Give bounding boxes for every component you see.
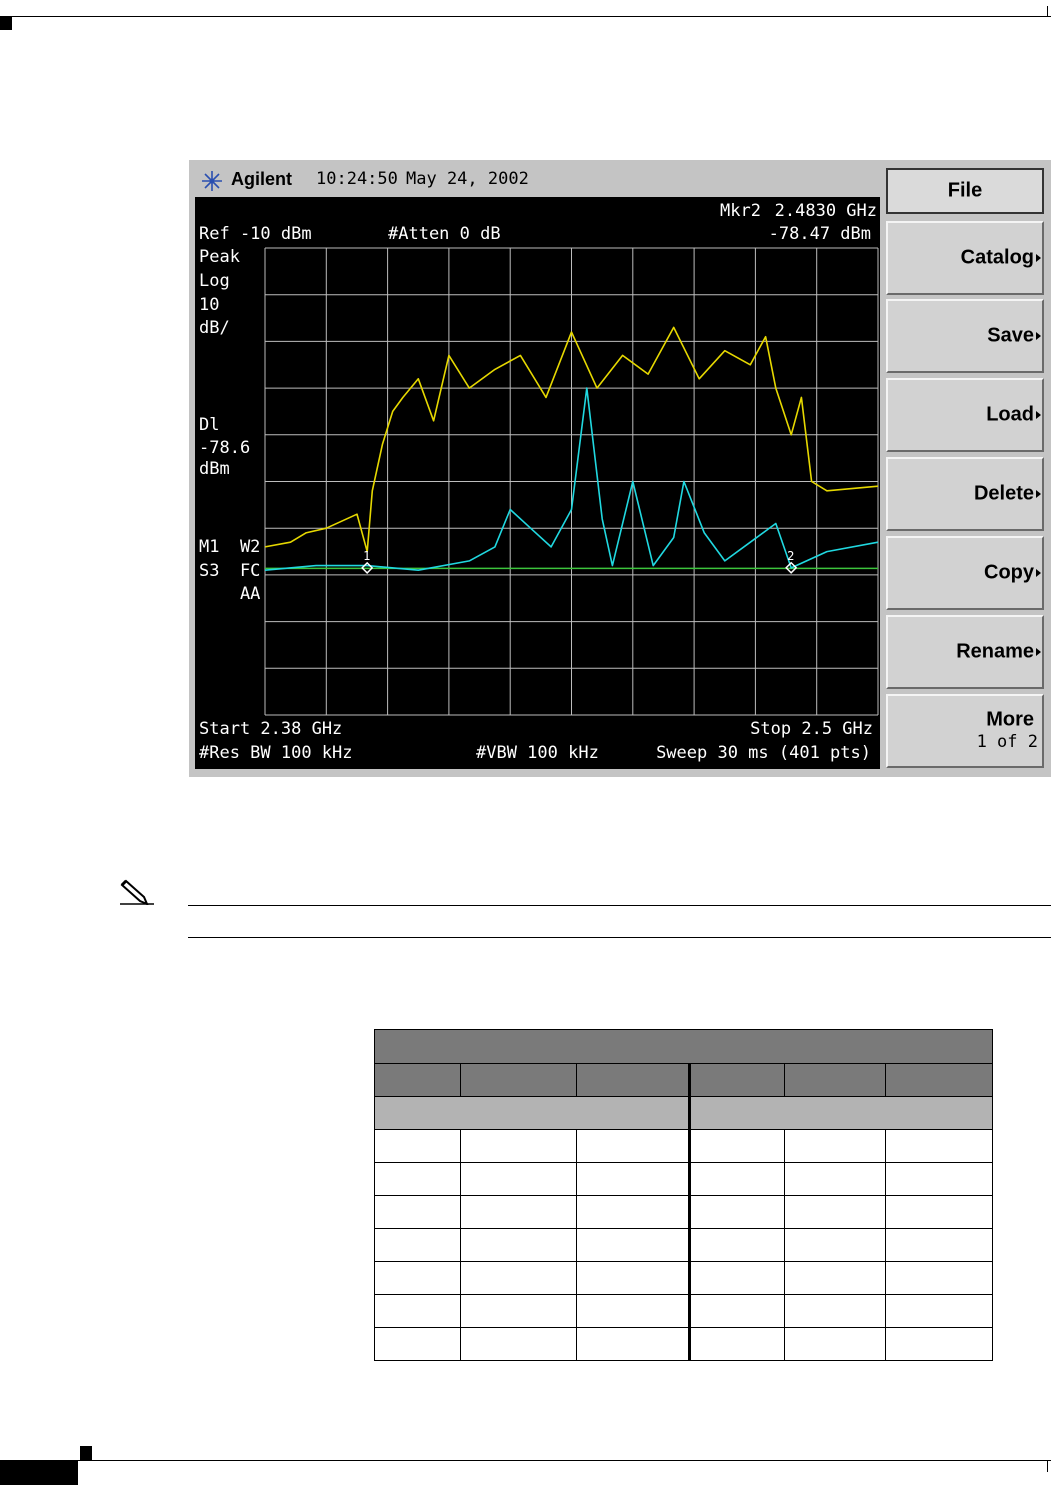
softkey-delete[interactable]: Delete [886, 457, 1044, 531]
video-bandwidth: #VBW 100 kHz [476, 743, 599, 763]
table-header-cell [884, 1063, 994, 1097]
softkey-save-label: Save [987, 324, 1034, 347]
softkey-load[interactable]: Load [886, 378, 1044, 452]
sweep-time: Sweep 30 ms (401 pts) [656, 743, 871, 763]
table-row [374, 1129, 994, 1163]
softkey-delete-label: Delete [973, 482, 1034, 505]
data-table [373, 1029, 994, 1361]
softkey-catalog[interactable]: Catalog [886, 221, 1044, 295]
pencil-note-icon [120, 879, 154, 905]
note-rule-bottom [188, 937, 1051, 938]
softkey-more-label: More [986, 708, 1034, 731]
softkey-file[interactable]: File [886, 168, 1044, 214]
table-header-cell [576, 1063, 690, 1097]
marker-2-label: 2 [787, 549, 794, 563]
analyzer-display: Mkr2 2.4830 GHz -78.47 dBm Ref -10 dBm #… [195, 197, 880, 769]
softkey-more-page: 1 of 2 [976, 732, 1038, 752]
marker-1-label: 1 [363, 549, 370, 563]
instrument-brand: Agilent [231, 169, 292, 189]
table-header-cell [688, 1063, 785, 1097]
page-header-tick [1047, 6, 1048, 17]
resolution-bandwidth: #Res BW 100 kHz [199, 743, 353, 763]
softkey-rename-label: Rename [956, 640, 1034, 663]
spectrum-analyzer-screenshot: Agilent 10:24:50 May 24, 2002 Mkr2 2.483… [189, 160, 1051, 777]
page-footer-tick [1047, 1461, 1048, 1472]
arrow-right-icon [1036, 490, 1041, 498]
arrow-right-icon [1036, 648, 1041, 656]
table-row [374, 1162, 994, 1196]
instrument-date: May 24, 2002 [406, 169, 529, 189]
softkey-copy[interactable]: Copy [886, 536, 1044, 610]
page-number-tab [0, 1461, 78, 1485]
note-rule-top [188, 905, 1051, 906]
table-row [374, 1228, 994, 1262]
instrument-time: 10:24:50 [316, 169, 398, 189]
table-row [374, 1294, 994, 1328]
softkey-catalog-label: Catalog [960, 246, 1034, 269]
softkey-rename[interactable]: Rename [886, 615, 1044, 689]
arrow-right-icon [1036, 569, 1041, 577]
table-section-cell [374, 1096, 690, 1130]
softkey-more[interactable]: More 1 of 2 [886, 694, 1044, 768]
page-header-mark [0, 17, 12, 30]
arrow-right-icon [1036, 332, 1041, 340]
graticule [264, 247, 879, 716]
table-header-cell [460, 1063, 577, 1097]
arrow-right-icon [1036, 254, 1041, 262]
table-header-cell [374, 1063, 461, 1097]
table-title-row [373, 1029, 994, 1064]
agilent-spark-icon [202, 171, 222, 191]
softkey-file-label: File [947, 179, 983, 202]
table-row [374, 1261, 994, 1295]
softkey-load-label: Load [986, 403, 1034, 426]
arrow-right-icon [1036, 411, 1041, 419]
page-header-rule [0, 16, 1051, 17]
spectrum-plot: 12 [264, 247, 879, 716]
instrument-header: Agilent 10:24:50 May 24, 2002 [193, 168, 878, 194]
table-title-cell [373, 1029, 994, 1064]
table-row [374, 1195, 994, 1229]
page-footer-mark [80, 1446, 92, 1460]
table-header-row [374, 1063, 994, 1097]
table-row [374, 1327, 994, 1361]
table-section-row [374, 1096, 994, 1130]
softkey-save[interactable]: Save [886, 299, 1044, 373]
softkey-copy-label: Copy [984, 561, 1034, 584]
stop-frequency: Stop 2.5 GHz [750, 719, 873, 739]
start-frequency: Start 2.38 GHz [199, 719, 343, 739]
table-section-cell [687, 1096, 994, 1130]
page-footer-rule [0, 1460, 1051, 1461]
table-header-cell [784, 1063, 886, 1097]
